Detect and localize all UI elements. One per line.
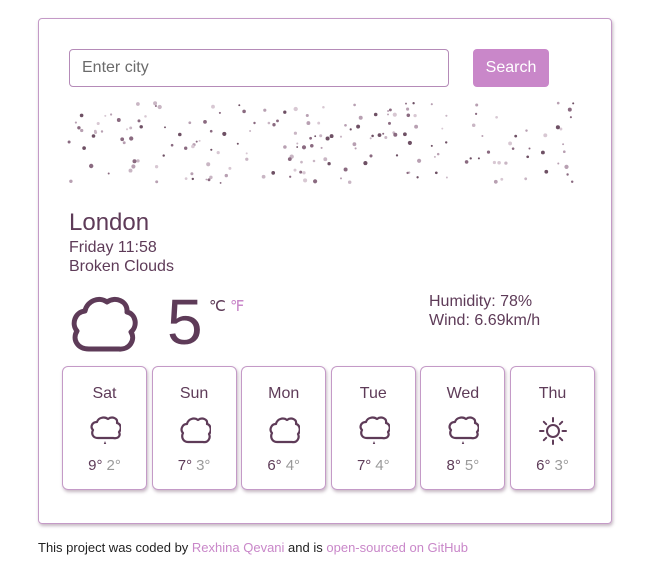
forecast-max-temp: 7° bbox=[356, 457, 372, 474]
forecast-day-name: Tue bbox=[359, 385, 387, 402]
forecast-day-card: Wed 8° 5° bbox=[420, 366, 506, 490]
search-button[interactable]: Search bbox=[473, 49, 549, 87]
humidity-value: Humidity: 78% bbox=[429, 293, 533, 310]
forecast-max-temp: 7° bbox=[177, 457, 193, 474]
cloud-icon bbox=[71, 296, 138, 352]
forecast-temps: 8° 5° bbox=[421, 457, 504, 474]
forecast-max-temp: 6° bbox=[536, 457, 551, 474]
forecast-temps: 7° 3° bbox=[153, 457, 236, 474]
forecast-temps: 6° 4° bbox=[242, 457, 325, 474]
fahrenheit-link[interactable]: ℉ bbox=[230, 298, 244, 315]
forecast-day-card: Thu 6° 3° bbox=[510, 366, 595, 490]
cloud-rain-icon bbox=[448, 416, 480, 444]
forecast-max-temp: 6° bbox=[267, 457, 282, 474]
forecast-day-card: Sat 9° 2° bbox=[62, 366, 147, 490]
forecast-day-name: Mon bbox=[268, 385, 300, 402]
forecast-day-name: Sun bbox=[179, 385, 209, 402]
footer-text-middle: and is bbox=[288, 540, 323, 555]
forecast-day-name: Thu bbox=[538, 385, 567, 402]
forecast-min-temp: 4° bbox=[285, 457, 301, 474]
forecast-row: Sat 9° 2° Sun 7° 3° Mon 6° 4° Tue 7° 4° Wed 8° 5° Thu 6°… bbox=[62, 366, 602, 491]
forecast-min-temp: 3° bbox=[554, 457, 569, 474]
current-temperature: 5 bbox=[167, 286, 203, 358]
cloud-rain-icon bbox=[359, 416, 390, 444]
wind-value: Wind: 6.69km/h bbox=[429, 312, 541, 329]
forecast-day-name: Wed bbox=[446, 385, 480, 402]
forecast-min-temp: 2° bbox=[106, 457, 121, 474]
weather-app-card: Search London Friday 11:58 Broken Clouds… bbox=[38, 18, 612, 524]
cloud-icon bbox=[269, 417, 301, 444]
city-search-input[interactable] bbox=[69, 49, 449, 87]
forecast-min-temp: 4° bbox=[375, 457, 390, 474]
forecast-temps: 7° 4° bbox=[332, 457, 415, 474]
forecast-temps: 6° 3° bbox=[511, 457, 594, 474]
weather-description: Broken Clouds bbox=[69, 258, 174, 275]
forecast-min-temp: 3° bbox=[196, 457, 211, 474]
celsius-link[interactable]: ℃ bbox=[209, 298, 226, 315]
unit-toggle: ℃ ℉ bbox=[209, 297, 244, 315]
forecast-max-temp: 8° bbox=[446, 457, 461, 474]
cloud-icon bbox=[180, 417, 211, 444]
forecast-day-name: Sat bbox=[92, 385, 117, 402]
forecast-day-card: Sun 7° 3° bbox=[151, 366, 237, 490]
forecast-day-card: Tue 7° 4° bbox=[330, 366, 416, 490]
footer: This project was coded by Rexhina Qevani… bbox=[38, 540, 468, 555]
forecast-max-temp: 9° bbox=[88, 457, 103, 474]
weather-details: Humidity: 78% Wind: 6.69km/h bbox=[429, 292, 540, 330]
cloud-rain-icon bbox=[90, 416, 121, 444]
sun-icon bbox=[539, 417, 567, 445]
footer-text: This project was coded by bbox=[38, 540, 189, 555]
github-link[interactable]: open-sourced on GitHub bbox=[326, 540, 468, 555]
current-datetime: Friday 11:58 bbox=[69, 239, 157, 256]
snow-particles-animation bbox=[67, 101, 575, 184]
forecast-min-temp: 5° bbox=[464, 457, 480, 474]
city-name: London bbox=[69, 209, 150, 236]
forecast-day-card: Mon 6° 4° bbox=[241, 366, 327, 490]
forecast-temps: 9° 2° bbox=[63, 457, 146, 474]
author-link[interactable]: Rexhina Qevani bbox=[192, 540, 285, 555]
